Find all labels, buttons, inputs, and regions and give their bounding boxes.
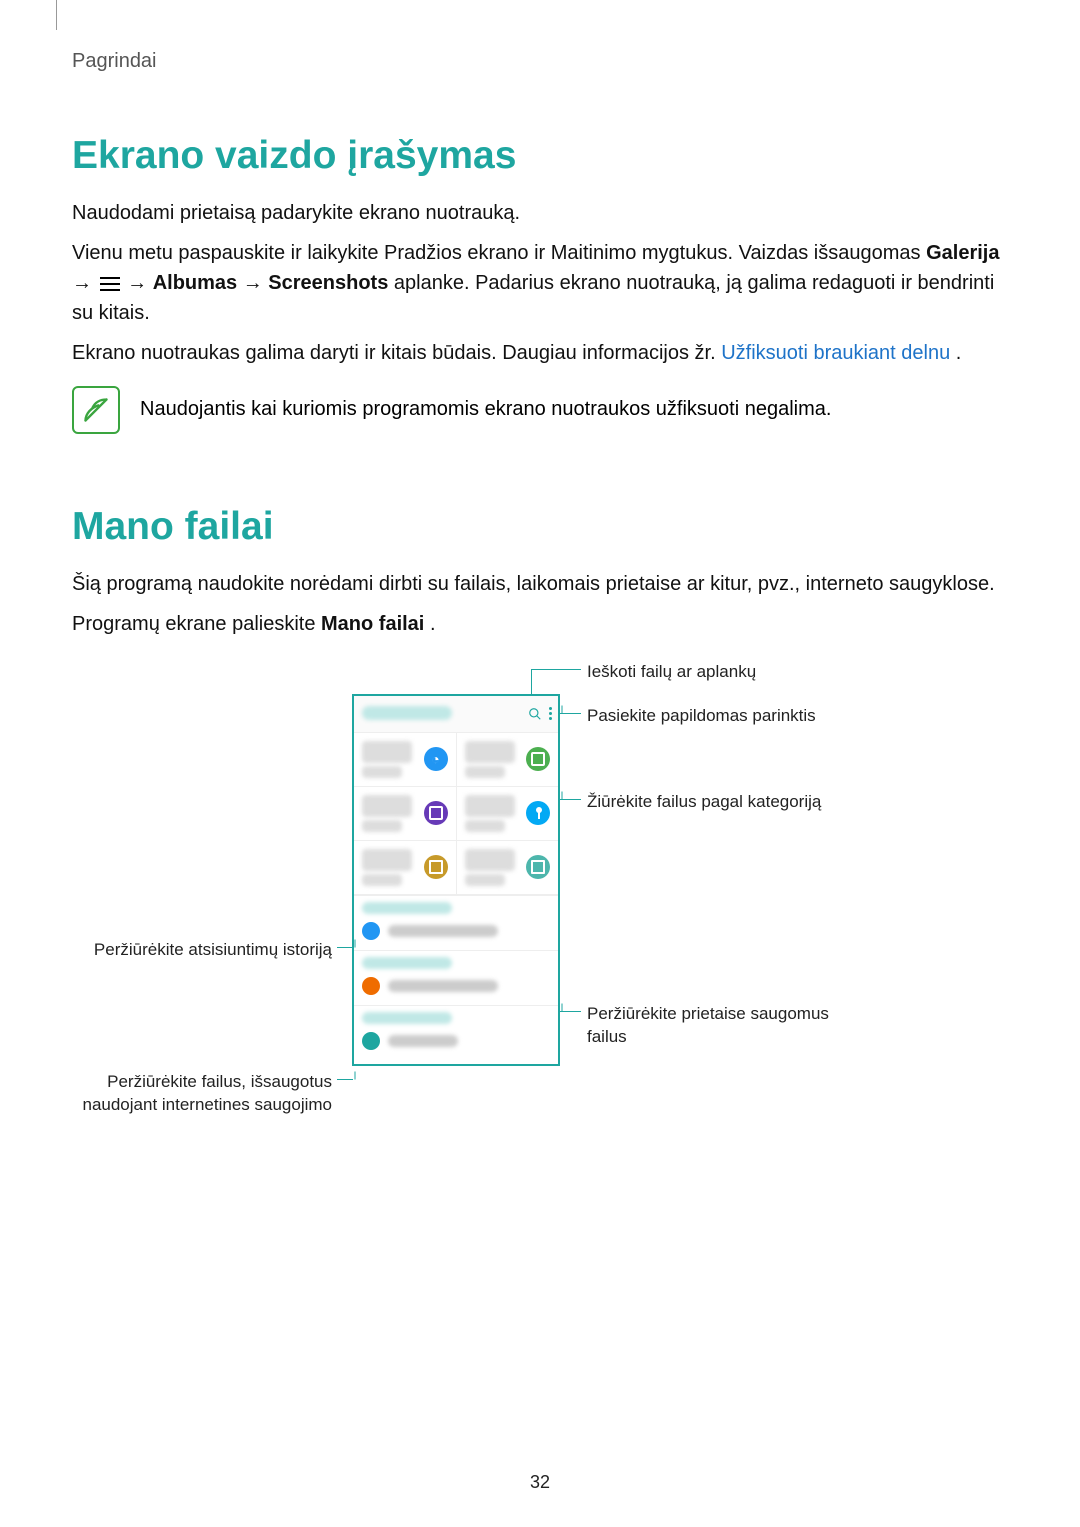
connector-line	[560, 1011, 581, 1012]
image-icon	[526, 747, 550, 771]
section-header-cloud	[354, 1005, 558, 1026]
category-item[interactable]	[457, 787, 559, 840]
download-icon	[362, 922, 380, 940]
music-icon	[526, 801, 550, 825]
text: naudojant internetines saugojimo	[82, 1095, 332, 1114]
category-item[interactable]	[457, 841, 559, 894]
paragraph: Programų ekrane palieskite Mano failai .	[72, 609, 1008, 639]
list-item-cloud-storage[interactable]	[354, 1026, 558, 1064]
document-icon	[424, 855, 448, 879]
paragraph: Vienu metu paspauskite ir laikykite Prad…	[72, 238, 1008, 328]
text-bold: Galerija	[926, 242, 999, 264]
note-icon	[72, 386, 120, 434]
text: Peržiūrėkite prietaise saugomus	[587, 1004, 829, 1023]
page: Pagrindai Ekrano vaizdo įrašymas Naudoda…	[0, 0, 1080, 1199]
text-bold: Screenshots	[268, 272, 388, 294]
device-storage-icon	[362, 977, 380, 995]
arrow: →	[127, 272, 153, 294]
video-icon	[424, 801, 448, 825]
list-item-download-history[interactable]	[354, 916, 558, 950]
cloud-storage-icon	[362, 1032, 380, 1050]
connector-line	[560, 713, 581, 714]
connector-tick	[562, 791, 563, 799]
clock-icon: ◔	[424, 747, 448, 771]
menu-icon	[100, 277, 120, 291]
note-text: Naudojantis kai kuriomis programomis ekr…	[140, 386, 831, 424]
callout-category: Žiūrėkite failus pagal kategoriją	[587, 791, 821, 814]
text: failus	[587, 1027, 627, 1046]
category-item[interactable]	[354, 787, 457, 840]
connector-tick	[562, 1003, 563, 1011]
connector-line	[337, 1079, 353, 1080]
blurred-label	[388, 925, 498, 937]
section-title-my-files: Mano failai	[72, 504, 1008, 551]
section-header-downloads	[354, 895, 558, 916]
list-item-device-storage[interactable]	[354, 971, 558, 1005]
section-title-screen-capture: Ekrano vaizdo įrašymas	[72, 133, 1008, 180]
text-bold: Albumas	[153, 272, 237, 294]
paragraph: Ekrano nuotraukas galima daryti ir kitai…	[72, 338, 1008, 368]
paragraph: Naudodami prietaisą padarykite ekrano nu…	[72, 198, 1008, 228]
search-icon[interactable]	[527, 706, 543, 722]
callout-search: Ieškoti failų ar aplankų	[587, 661, 756, 684]
breadcrumb: Pagrindai	[72, 50, 1008, 73]
page-number: 32	[0, 1472, 1080, 1493]
text: Programų ekrane palieskite	[72, 613, 321, 635]
paragraph: Šią programą naudokite norėdami dirbti s…	[72, 569, 1008, 599]
text: Vienu metu paspauskite ir laikykite Prad…	[72, 242, 926, 264]
callout-downloads: Peržiūrėkite atsisiuntimų istoriją	[72, 939, 332, 962]
category-row	[354, 841, 558, 895]
category-item[interactable]	[354, 841, 457, 894]
margin-tick	[56, 0, 57, 30]
note-callout: Naudojantis kai kuriomis programomis ekr…	[72, 386, 1008, 434]
arrow: →	[72, 272, 98, 294]
text: .	[430, 613, 436, 635]
text-bold: Mano failai	[321, 613, 424, 635]
connector-tick	[355, 1071, 356, 1079]
connector-line	[531, 669, 532, 695]
blurred-label	[388, 1035, 458, 1047]
text: Ekrano nuotraukas galima daryti ir kitai…	[72, 342, 721, 364]
phone-screenshot: ◔	[352, 694, 560, 1066]
category-row	[354, 787, 558, 841]
connector-line	[560, 799, 581, 800]
callout-options: Pasiekite papildomas parinktis	[587, 705, 816, 728]
connector-line	[531, 669, 581, 670]
category-item[interactable]	[457, 733, 559, 786]
callout-cloud-storage: Peržiūrėkite failus, išsaugotus naudojan…	[52, 1071, 332, 1117]
phone-app-bar	[354, 696, 558, 733]
category-item[interactable]: ◔	[354, 733, 457, 786]
connector-line	[337, 947, 353, 948]
connector-tick	[562, 705, 563, 713]
callout-device-storage: Peržiūrėkite prietaise saugomus failus	[587, 1003, 829, 1049]
figure-my-files: ◔	[72, 669, 1008, 1199]
arrow: →	[243, 272, 269, 294]
section-header-local	[354, 950, 558, 971]
text: Peržiūrėkite failus, išsaugotus	[107, 1072, 332, 1091]
link-palm-capture[interactable]: Užfiksuoti braukiant delnu	[721, 342, 950, 364]
connector-tick	[355, 939, 356, 947]
text: .	[956, 342, 962, 364]
apps-icon	[526, 855, 550, 879]
category-row: ◔	[354, 733, 558, 787]
blurred-label	[388, 980, 498, 992]
blurred-title	[362, 706, 452, 720]
overflow-icon[interactable]	[549, 707, 552, 720]
